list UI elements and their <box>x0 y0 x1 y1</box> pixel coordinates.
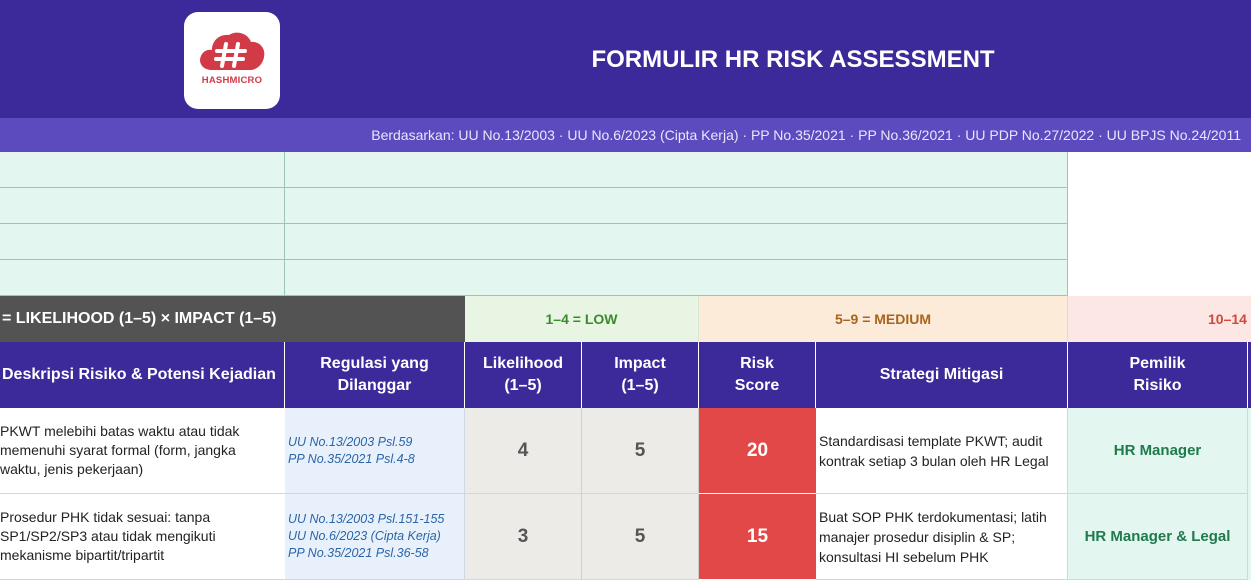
page-title: FORMULIR HR RISK ASSESSMENT <box>591 46 995 73</box>
impact-cell[interactable]: 5 <box>582 494 699 580</box>
info-value-field[interactable] <box>285 260 1068 296</box>
risk-description-cell[interactable]: PKWT melebihi batas waktu atau tidak mem… <box>0 408 285 494</box>
info-value-field[interactable] <box>285 224 1068 260</box>
likelihood-cell[interactable]: 3 <box>465 494 582 580</box>
info-value-field[interactable] <box>285 188 1068 224</box>
info-label-cell <box>0 224 285 260</box>
info-value-field[interactable] <box>285 152 1068 188</box>
logo-text: HASHMICRO <box>201 75 263 86</box>
hashmicro-logo: HASHMICRO <box>184 12 280 109</box>
low-level-legend: 1–4 = LOW <box>465 296 699 342</box>
col-header-risk-score: Risk Score <box>699 342 816 408</box>
regulation-cell[interactable]: UU No.13/2003 Psl.59 PP No.35/2021 Psl.4… <box>285 408 465 494</box>
info-label-cell <box>0 188 285 224</box>
impact-cell[interactable]: 5 <box>582 408 699 494</box>
col-header-owner: Pemilik Risiko <box>1068 342 1248 408</box>
col-header-regulation: Regulasi yang Dilanggar <box>285 342 465 408</box>
info-label-cell <box>0 152 285 188</box>
medium-level-legend: 5–9 = MEDIUM <box>699 296 1068 342</box>
cloud-hash-icon <box>200 32 265 70</box>
col-header-impact: Impact (1–5) <box>582 342 699 408</box>
high-level-legend: 10–14 <box>1068 296 1251 342</box>
likelihood-cell[interactable]: 4 <box>465 408 582 494</box>
risk-score-cell: 15 <box>699 494 816 580</box>
col-header-mitigation: Strategi Mitigasi <box>816 342 1068 408</box>
risk-formula: = LIKELIHOOD (1–5) × IMPACT (1–5) <box>0 296 465 342</box>
risk-description-cell[interactable]: Prosedur PHK tidak sesuai: tanpa SP1/SP2… <box>0 494 285 580</box>
info-label-cell <box>0 260 285 296</box>
risk-score-cell: 20 <box>699 408 816 494</box>
col-header-likelihood: Likelihood (1–5) <box>465 342 582 408</box>
col-header-description: Deskripsi Risiko & Potensi Kejadian <box>0 342 285 408</box>
mitigation-cell[interactable]: Standardisasi template PKWT; audit kontr… <box>816 408 1068 494</box>
risk-owner-cell[interactable]: HR Manager <box>1068 408 1248 494</box>
regulation-cell[interactable]: UU No.13/2003 Psl.151-155 UU No.6/2023 (… <box>285 494 465 580</box>
regulation-basis-bar: Berdasarkan: UU No.13/2003 · UU No.6/202… <box>0 118 1251 152</box>
mitigation-cell[interactable]: Buat SOP PHK terdokumentasi; latih manaj… <box>816 494 1068 580</box>
risk-owner-cell[interactable]: HR Manager & Legal <box>1068 494 1248 580</box>
